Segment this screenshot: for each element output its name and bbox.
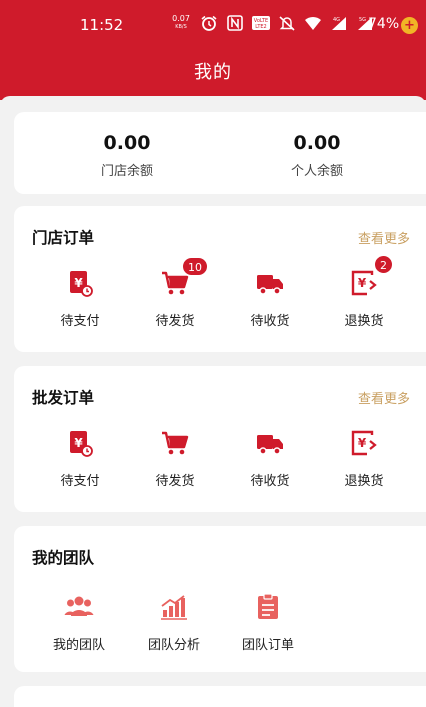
clipboard-icon	[253, 593, 283, 626]
store-order-pending-payment[interactable]: ¥ 待支付	[35, 268, 125, 329]
team-orders-entry[interactable]: 团队订单	[223, 592, 313, 653]
wholesale-order-label: 待收货	[250, 474, 290, 489]
store-order-label: 退换货	[344, 314, 384, 329]
team-entry-label: 团队订单	[241, 638, 294, 653]
wholesale-order-label: 待支付	[60, 474, 100, 489]
svg-text:¥: ¥	[74, 276, 83, 290]
svg-text:¥: ¥	[358, 276, 367, 290]
team-card: 我的团队 我的团队 团队分析 团队订单	[14, 526, 426, 672]
battery-level: 74%	[368, 16, 400, 32]
yuan-bill-icon: ¥	[65, 271, 95, 302]
yuan-bill-icon: ¥	[65, 431, 95, 462]
store-order-pending-shipment[interactable]: 10 待发货	[130, 257, 220, 329]
team-entry-label: 团队分析	[147, 638, 200, 653]
team-entry-label: 我的团队	[52, 638, 105, 653]
svg-text:LTE2: LTE2	[255, 24, 267, 30]
cart-icon	[160, 431, 190, 462]
personal-balance-value: 0.00	[293, 132, 341, 154]
pending-shipment-badge: 10	[182, 257, 208, 276]
return-icon: ¥	[349, 270, 379, 302]
network-speed: 0.07 KB/S	[172, 14, 190, 31]
page-title: 我的	[194, 62, 232, 83]
status-bar: 11:52 0.07 KB/S VoLTE LTE2 4G 5G 74% +	[0, 10, 426, 40]
next-card-partial	[14, 686, 426, 707]
store-orders-more-link[interactable]: 查看更多	[358, 228, 410, 247]
svg-text:4G: 4G	[333, 17, 340, 23]
wholesale-orders-more-link[interactable]: 查看更多	[358, 388, 410, 407]
wholesale-order-pending-payment[interactable]: ¥ 待支付	[35, 428, 125, 489]
store-orders-card: 门店订单 查看更多 ¥ 待支付 10 待发货 待收货 ¥ 2 退换货	[14, 206, 426, 352]
truck-icon	[255, 275, 285, 302]
svg-text:¥: ¥	[358, 436, 367, 450]
volte-icon: VoLTE LTE2	[252, 15, 270, 31]
mute-icon	[278, 15, 296, 31]
store-orders-title: 门店订单	[32, 229, 95, 247]
team-analysis-entry[interactable]: 团队分析	[129, 592, 219, 653]
nfc-icon	[226, 15, 244, 31]
store-order-returns[interactable]: ¥ 2 退换货	[319, 255, 409, 329]
store-order-label: 待收货	[250, 314, 290, 329]
balance-card: 0.00 门店余额 0.00 个人余额	[14, 112, 426, 194]
chart-icon	[159, 595, 189, 626]
svg-text:5G: 5G	[359, 17, 366, 23]
store-order-pending-receipt[interactable]: 待收货	[225, 268, 315, 329]
cart-icon	[160, 271, 190, 302]
personal-balance-label: 个人余额	[290, 164, 343, 179]
store-balance-value: 0.00	[103, 132, 151, 154]
store-order-label: 待支付	[60, 314, 100, 329]
signal-4g-icon: 4G	[330, 15, 348, 31]
wholesale-order-pending-shipment[interactable]: 待发货	[130, 428, 220, 489]
header-bar: 11:52 0.07 KB/S VoLTE LTE2 4G 5G 74% + 我…	[0, 0, 426, 100]
status-icons: 0.07 KB/S VoLTE LTE2 4G 5G	[170, 15, 374, 31]
store-balance-label: 门店余额	[100, 164, 153, 179]
wholesale-order-label: 待发货	[155, 474, 195, 489]
my-team-entry[interactable]: 我的团队	[34, 592, 124, 653]
truck-icon	[255, 435, 285, 462]
wholesale-order-returns[interactable]: ¥ 退换货	[319, 428, 409, 489]
status-time: 11:52	[80, 16, 124, 34]
returns-badge: 2	[374, 255, 393, 274]
store-balance[interactable]: 0.00 门店余额	[62, 132, 192, 179]
wifi-icon	[304, 15, 322, 31]
personal-balance[interactable]: 0.00 个人余额	[252, 132, 382, 179]
team-icon	[64, 596, 94, 626]
wholesale-order-label: 退换货	[344, 474, 384, 489]
wholesale-orders-title: 批发订单	[32, 389, 95, 407]
alarm-icon	[200, 15, 218, 31]
wholesale-order-pending-receipt[interactable]: 待收货	[225, 428, 315, 489]
store-order-label: 待发货	[155, 314, 195, 329]
battery-saver-icon: +	[401, 17, 418, 34]
team-title: 我的团队	[32, 549, 95, 567]
return-icon: ¥	[349, 430, 379, 462]
svg-text:¥: ¥	[74, 436, 83, 450]
wholesale-orders-card: 批发订单 查看更多 ¥ 待支付 待发货 待收货 ¥ 退换货	[14, 366, 426, 512]
